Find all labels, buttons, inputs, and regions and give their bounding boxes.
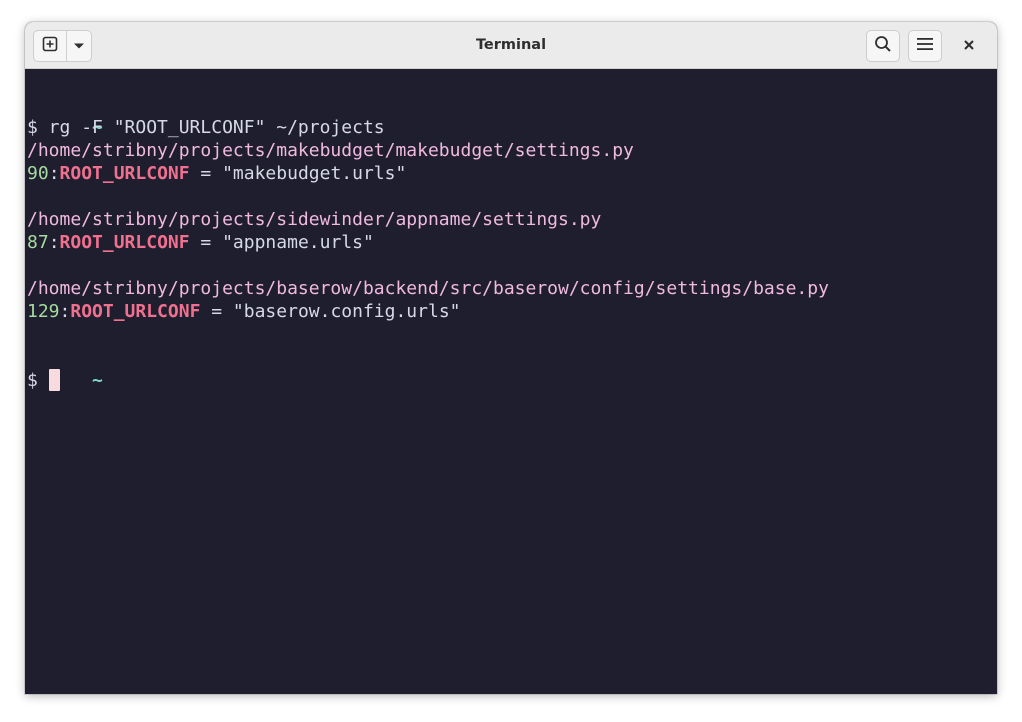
result-match-line: 90:ROOT_URLCONF = "makebudget.urls" <box>27 162 406 185</box>
match-rest: = "baserow.config.urls" <box>200 301 461 322</box>
result-match-line: 87:ROOT_URLCONF = "appname.urls" <box>27 231 374 254</box>
file-path: /home/stribny/projects/makebudget/makebu… <box>27 140 634 161</box>
command-line: $ rg -F "ROOT_URLCONF" ~/projects <box>27 116 385 139</box>
hamburger-menu-icon <box>917 37 933 56</box>
close-button[interactable] <box>957 34 981 58</box>
match-text: ROOT_URLCONF <box>59 232 190 253</box>
new-tab-button-group <box>33 30 92 62</box>
match-text: ROOT_URLCONF <box>59 163 190 184</box>
window-title: Terminal <box>475 37 547 53</box>
separator: : <box>59 301 71 322</box>
prompt-directory-line: ~ <box>27 93 103 138</box>
match-rest: = "makebudget.urls" <box>189 163 407 184</box>
input-line[interactable]: $ <box>27 369 60 392</box>
chevron-down-icon <box>73 37 85 55</box>
command-text: rg -F "ROOT_URLCONF" ~/projects <box>37 117 385 138</box>
separator: : <box>48 232 60 253</box>
main-menu-button[interactable] <box>908 30 942 62</box>
prompt-symbol: $ <box>27 370 49 391</box>
text-cursor <box>48 369 60 391</box>
prompt-directory-line: ~ <box>27 346 103 391</box>
terminal-output[interactable]: ~ $ rg -F "ROOT_URLCONF" ~/projects /hom… <box>25 69 997 694</box>
line-number: 129 <box>27 301 60 322</box>
line-number: 87 <box>27 232 49 253</box>
file-path: /home/stribny/projects/sidewinder/appnam… <box>27 209 602 230</box>
new-tab-button[interactable] <box>34 31 67 61</box>
match-rest: = "appname.urls" <box>189 232 374 253</box>
result-match-line: 129:ROOT_URLCONF = "baserow.config.urls" <box>27 300 461 323</box>
separator: : <box>48 163 60 184</box>
result-path: /home/stribny/projects/baserow/backend/s… <box>27 277 829 300</box>
search-button[interactable] <box>866 30 900 62</box>
match-text: ROOT_URLCONF <box>70 301 201 322</box>
result-path: /home/stribny/projects/sidewinder/appnam… <box>27 208 601 231</box>
new-tab-icon <box>42 36 58 57</box>
file-path: /home/stribny/projects/baserow/backend/s… <box>27 278 829 299</box>
result-path: /home/stribny/projects/makebudget/makebu… <box>27 139 634 162</box>
header-bar: Terminal <box>25 22 997 69</box>
line-number: 90 <box>27 163 49 184</box>
terminal-window: Terminal ~ $ rg -F "ROOT_URLCONF" ~/proj… <box>25 22 997 694</box>
prompt-directory: ~ <box>92 370 103 391</box>
search-icon <box>874 35 892 58</box>
new-tab-dropdown-button[interactable] <box>67 31 91 61</box>
close-icon <box>964 37 974 55</box>
prompt-symbol: $ <box>27 117 38 138</box>
